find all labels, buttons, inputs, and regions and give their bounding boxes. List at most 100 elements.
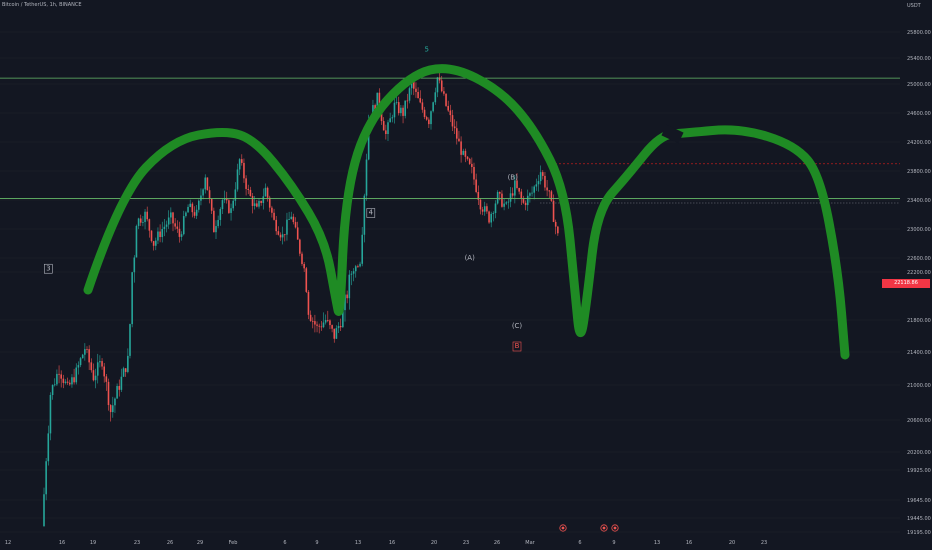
candle-body: [462, 150, 465, 155]
candlestick-plot[interactable]: 3 5 4 (A) (B) (C) B 25800.00 25400.00 25000.00 246…: [0, 0, 932, 550]
candle-body: [165, 224, 168, 227]
candle-body: [430, 111, 432, 125]
candle-body: [191, 203, 194, 213]
candle-body: [217, 219, 219, 227]
candle-body: [204, 177, 207, 190]
candle-body: [318, 325, 320, 327]
candle-body: [524, 202, 527, 206]
candle-body: [176, 226, 179, 229]
candle-body: [408, 88, 411, 101]
candle-body: [440, 80, 443, 92]
candle-body: [299, 239, 301, 254]
candle-body: [193, 212, 196, 216]
time-tick-label: Feb: [229, 540, 238, 546]
candle-body: [101, 361, 103, 367]
candle-body: [307, 291, 310, 315]
time-tick-label: 13: [355, 540, 361, 546]
candle-body: [428, 119, 430, 125]
candle-body: [333, 328, 336, 339]
candle-body: [49, 394, 52, 434]
candle-body: [109, 405, 112, 413]
candle-body: [277, 231, 280, 235]
candle-body: [365, 159, 368, 196]
candle-body: [395, 102, 398, 103]
candle-body: [542, 172, 544, 176]
time-tick-label: 26: [494, 540, 500, 546]
candle-body: [501, 193, 503, 207]
candle-body: [157, 231, 159, 241]
price-tick-label: 21400.00: [907, 350, 931, 356]
candle-body: [90, 362, 93, 371]
event-marker-dot: [561, 526, 565, 530]
candle-body: [99, 361, 101, 363]
candle-body: [518, 187, 520, 192]
chart-root: Bitcoin / TetherUS, 1h, BINANCE USDT 221…: [0, 0, 932, 550]
price-tick-label: 25400.00: [907, 56, 931, 62]
candle-body: [445, 93, 447, 106]
candle-body: [503, 203, 505, 207]
candle-body: [251, 196, 254, 206]
candle-body: [352, 271, 355, 274]
candle-body: [449, 110, 452, 116]
price-tick-label: 23400.00: [907, 198, 931, 204]
time-tick-label: 26: [167, 540, 173, 546]
wave-label: 3: [46, 264, 50, 272]
candle-body: [266, 187, 269, 198]
candle-body: [189, 203, 191, 207]
candle-body: [64, 381, 67, 383]
candle-body: [305, 268, 308, 292]
candle-body: [529, 193, 531, 196]
candle-body: [185, 212, 187, 217]
candle-body: [152, 241, 155, 246]
candle-body: [382, 121, 385, 131]
candle-body: [219, 209, 222, 220]
candle-body: [56, 373, 58, 385]
candle-body: [552, 200, 555, 222]
candle-body: [178, 228, 181, 237]
candle-body: [417, 91, 419, 99]
candle-body: [264, 187, 267, 197]
time-tick-label: 20: [729, 540, 735, 546]
candle-body: [256, 203, 258, 207]
candle-body: [47, 433, 50, 462]
candle-body: [221, 200, 224, 210]
candle-body: [486, 206, 488, 212]
candle-body: [526, 195, 529, 206]
candle-body: [210, 199, 213, 211]
candle-body: [468, 158, 471, 164]
candle-body: [200, 195, 202, 201]
candle-body: [473, 166, 475, 180]
time-tick-label: 9: [315, 540, 318, 546]
candle-body: [133, 257, 136, 273]
candle-body: [479, 199, 482, 210]
price-tick-label: 19645.00: [907, 498, 931, 504]
candle-body: [45, 461, 47, 495]
candle-body: [419, 98, 422, 103]
candle-body: [357, 266, 359, 268]
candle-body: [507, 201, 510, 203]
candle-body: [163, 226, 166, 230]
candle-body: [488, 211, 490, 223]
candle-body: [400, 107, 402, 114]
price-tick-label: 23000.00: [907, 227, 931, 233]
candle-body: [483, 206, 486, 212]
candle-body: [496, 192, 499, 204]
candle-body: [92, 370, 95, 381]
candle-body: [75, 367, 78, 383]
candle-body: [404, 100, 406, 116]
candle-body: [279, 234, 282, 238]
wave-label: B: [515, 342, 520, 350]
candle-body: [243, 162, 245, 179]
candle-body: [361, 234, 363, 264]
candle-body: [142, 222, 144, 223]
candle-body: [314, 321, 316, 325]
candle-body: [535, 184, 538, 187]
candle-body: [127, 355, 129, 372]
candle-body: [539, 172, 542, 182]
candle-body: [464, 150, 467, 157]
candle-body: [354, 266, 357, 272]
price-tick-label: 23800.00: [907, 169, 931, 175]
candle-body: [43, 494, 45, 527]
candle-body: [286, 219, 288, 235]
time-tick-label: 6: [283, 540, 286, 546]
